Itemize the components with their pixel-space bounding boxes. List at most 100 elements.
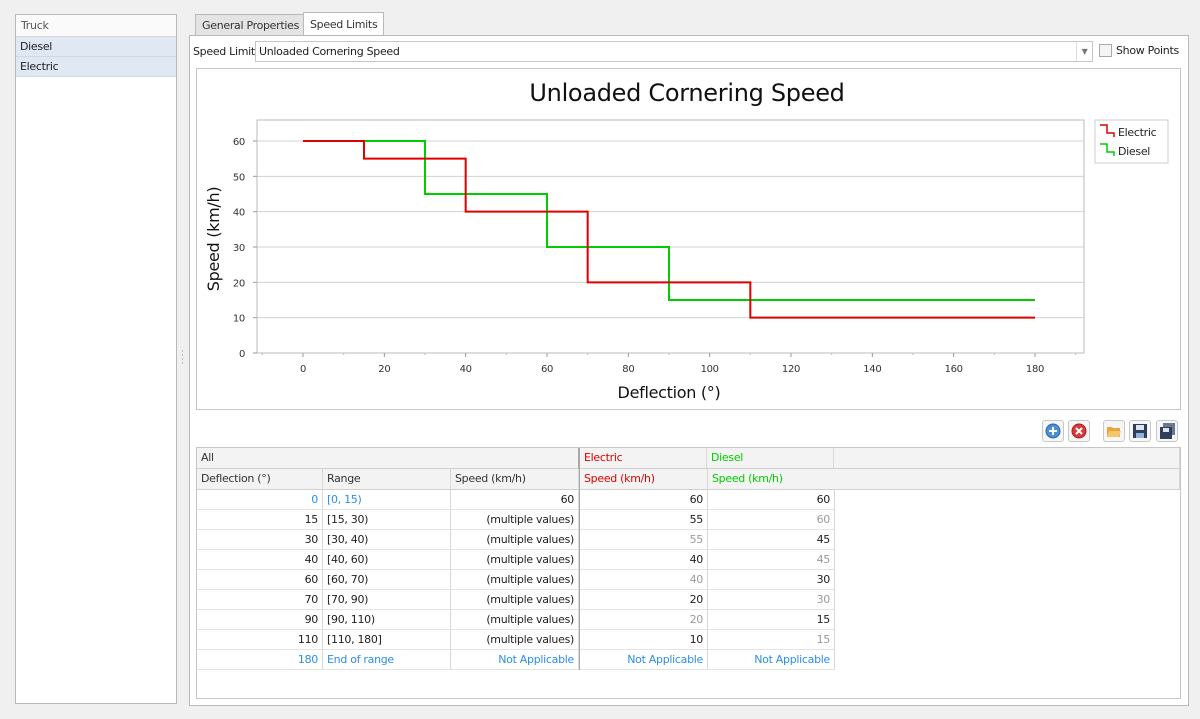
tab-general-properties[interactable]: General Properties xyxy=(195,14,307,36)
table-cell[interactable]: [70, 90) xyxy=(323,590,451,610)
x-axis-label: Deflection (°) xyxy=(618,383,721,402)
table-cell[interactable]: 30 xyxy=(708,570,835,590)
table-cell[interactable]: 180 xyxy=(197,650,323,670)
speed-chart: Unloaded Cornering Speed 0 10 20 30 40 50 60 0 20… xyxy=(196,68,1181,410)
table-cell[interactable]: (multiple values) xyxy=(451,570,579,590)
group-header-all[interactable]: All xyxy=(197,448,579,469)
x-tick-label: 160 xyxy=(945,364,963,375)
table-cell[interactable]: [15, 30) xyxy=(323,510,451,530)
table-cell[interactable]: Not Applicable xyxy=(580,650,708,670)
table-cell[interactable]: (multiple values) xyxy=(451,550,579,570)
legend-label-electric: Electric xyxy=(1118,126,1157,139)
y-tick-label: 60 xyxy=(233,137,245,148)
y-tick-label: 50 xyxy=(233,172,245,183)
table-cell[interactable]: 30 xyxy=(708,590,835,610)
table-cell[interactable]: 55 xyxy=(580,510,708,530)
table-cell[interactable]: 0 xyxy=(197,490,323,510)
truck-item-diesel[interactable]: Diesel xyxy=(16,37,176,57)
table-cell[interactable]: (multiple values) xyxy=(451,530,579,550)
table-cell[interactable]: [40, 60) xyxy=(323,550,451,570)
delete-icon xyxy=(1071,423,1087,439)
x-tick-label: 20 xyxy=(378,364,390,375)
column-header[interactable]: Speed (km/h) xyxy=(451,469,579,490)
x-tick-label: 80 xyxy=(622,364,634,375)
chart-title: Unloaded Cornering Speed xyxy=(529,79,844,107)
table-cell[interactable]: (multiple values) xyxy=(451,510,579,530)
add-button[interactable] xyxy=(1042,420,1064,442)
save-all-icon xyxy=(1160,423,1175,439)
table-cell[interactable]: 40 xyxy=(580,570,708,590)
group-header-diesel[interactable]: Diesel xyxy=(707,448,834,469)
table-cell[interactable]: (multiple values) xyxy=(451,610,579,630)
y-tick-label: 40 xyxy=(233,208,245,219)
save-icon xyxy=(1133,424,1147,438)
truck-list-header[interactable]: Truck xyxy=(16,15,176,37)
speed-limit-dropdown[interactable]: Unloaded Cornering Speed ▼ xyxy=(255,41,1093,62)
table-cell[interactable]: (multiple values) xyxy=(451,630,579,650)
open-folder-icon xyxy=(1107,427,1121,437)
table-cell[interactable]: 60 xyxy=(451,490,579,510)
group-header-electric[interactable]: Electric xyxy=(580,448,707,469)
table-cell[interactable]: 15 xyxy=(197,510,323,530)
save-all-button[interactable] xyxy=(1156,420,1178,442)
table-cell[interactable]: 10 xyxy=(580,630,708,650)
column-header[interactable]: Speed (km/h) xyxy=(708,469,835,490)
x-tick-label: 140 xyxy=(863,364,881,375)
table-cell[interactable]: End of range xyxy=(323,650,451,670)
chevron-down-icon[interactable]: ▼ xyxy=(1076,42,1092,61)
table-cell[interactable]: Not Applicable xyxy=(708,650,835,670)
table-cell[interactable]: 60 xyxy=(197,570,323,590)
y-tick-label: 20 xyxy=(233,278,245,289)
x-tick-label: 0 xyxy=(300,364,306,375)
speed-table: All Electric Diesel Deflection (°) Range Spee… xyxy=(196,447,1181,699)
show-points-label[interactable]: Show Points xyxy=(1116,44,1179,57)
x-tick-label: 40 xyxy=(460,364,472,375)
speed-limit-value: Unloaded Cornering Speed xyxy=(259,45,400,58)
open-button[interactable] xyxy=(1103,420,1125,442)
table-cell[interactable]: [30, 40) xyxy=(323,530,451,550)
save-button[interactable] xyxy=(1129,420,1151,442)
table-cell[interactable]: 15 xyxy=(708,630,835,650)
table-cell[interactable]: 20 xyxy=(580,590,708,610)
table-cell[interactable]: 60 xyxy=(708,510,835,530)
header-filler xyxy=(834,469,1180,490)
table-cell[interactable]: Not Applicable xyxy=(451,650,579,670)
table-cell[interactable]: 90 xyxy=(197,610,323,630)
table-cell[interactable]: [0, 15) xyxy=(323,490,451,510)
table-cell[interactable]: 15 xyxy=(708,610,835,630)
chart-svg: Unloaded Cornering Speed 0 10 20 30 40 50 60 0 20… xyxy=(204,79,1169,402)
table-cell[interactable]: [60, 70) xyxy=(323,570,451,590)
column-header[interactable]: Range xyxy=(323,469,451,490)
table-cell[interactable]: 20 xyxy=(580,610,708,630)
header-filler xyxy=(834,448,1180,469)
add-icon xyxy=(1045,423,1061,439)
column-header[interactable]: Deflection (°) xyxy=(197,469,323,490)
x-tick-label: 120 xyxy=(782,364,800,375)
speed-limit-label: Speed Limit xyxy=(193,45,255,58)
y-axis-label: Speed (km/h) xyxy=(204,187,223,292)
x-tick-label: 60 xyxy=(541,364,553,375)
table-cell[interactable]: 45 xyxy=(708,550,835,570)
table-cell[interactable]: 40 xyxy=(580,550,708,570)
table-cell[interactable]: (multiple values) xyxy=(451,590,579,610)
table-cell[interactable]: 70 xyxy=(197,590,323,610)
table-cell[interactable]: 110 xyxy=(197,630,323,650)
splitter-handle[interactable]: · · · · xyxy=(181,348,185,369)
table-cell[interactable]: 60 xyxy=(708,490,835,510)
y-tick-label: 10 xyxy=(233,314,245,325)
tab-speed-limits[interactable]: Speed Limits xyxy=(303,12,385,35)
column-header[interactable]: Speed (km/h) xyxy=(580,469,708,490)
table-cell[interactable]: 60 xyxy=(580,490,708,510)
delete-button[interactable] xyxy=(1068,420,1090,442)
truck-item-electric[interactable]: Electric xyxy=(16,57,176,77)
table-cell[interactable]: 30 xyxy=(197,530,323,550)
table-cell[interactable]: 40 xyxy=(197,550,323,570)
x-tick-label: 180 xyxy=(1026,364,1044,375)
table-cell[interactable]: 45 xyxy=(708,530,835,550)
table-cell[interactable]: 55 xyxy=(580,530,708,550)
x-tick-label: 100 xyxy=(701,364,719,375)
show-points-checkbox[interactable] xyxy=(1099,44,1112,57)
table-cell[interactable]: [110, 180] xyxy=(323,630,451,650)
table-cell[interactable]: [90, 110) xyxy=(323,610,451,630)
y-tick-label: 30 xyxy=(233,243,245,254)
